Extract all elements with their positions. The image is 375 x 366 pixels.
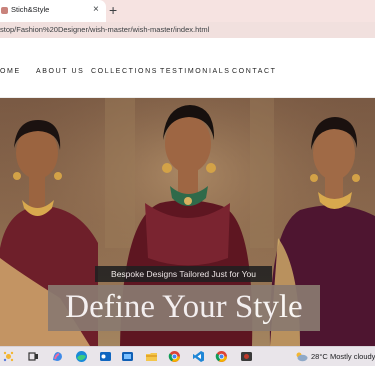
- address-bar[interactable]: stop/Fashion%20Designer/wish-master/wish…: [0, 22, 375, 38]
- tagline-banner: Bespoke Designs Tailored Just for You: [95, 266, 272, 282]
- hero-tagline: Bespoke Designs Tailored Just for You: [111, 269, 256, 279]
- weather-temperature[interactable]: 28°C: [311, 352, 328, 361]
- browser-tabstrip: Stich&Style × +: [0, 0, 375, 22]
- widgets-icon[interactable]: [2, 350, 15, 363]
- close-tab-icon[interactable]: ×: [93, 3, 99, 17]
- site-navigation: OME ABOUT US COLLECTIONS TESTIMONIALS CO…: [0, 38, 375, 98]
- copilot-icon[interactable]: [51, 350, 64, 363]
- site-favicon-icon: [1, 7, 8, 14]
- hero-section: Bespoke Designs Tailored Just for You De…: [0, 98, 375, 346]
- nav-link-home[interactable]: OME: [0, 68, 21, 75]
- task-view-icon[interactable]: [27, 350, 40, 363]
- nav-link-collections[interactable]: COLLECTIONS: [91, 68, 158, 75]
- file-explorer-icon[interactable]: [145, 350, 158, 363]
- headline-banner: Define Your Style: [48, 285, 320, 331]
- weather-condition[interactable]: Mostly cloudy: [330, 352, 375, 361]
- media-app-icon[interactable]: [240, 350, 253, 363]
- url-text[interactable]: stop/Fashion%20Designer/wish-master/wish…: [0, 25, 209, 34]
- vscode-icon[interactable]: [192, 350, 205, 363]
- edge-icon[interactable]: [75, 350, 88, 363]
- tab-title: Stich&Style: [11, 5, 50, 14]
- hero-headline: Define Your Style: [65, 289, 303, 325]
- nav-link-testimonials[interactable]: TESTIMONIALS: [160, 68, 231, 75]
- cloudy-weather-icon[interactable]: [295, 351, 308, 362]
- chrome-icon[interactable]: [168, 350, 181, 363]
- browser-tab[interactable]: Stich&Style ×: [0, 0, 106, 22]
- taskbar: 28°C Mostly cloudy: [0, 346, 375, 366]
- nav-link-about-us[interactable]: ABOUT US: [36, 68, 84, 75]
- chrome-profile-icon[interactable]: [215, 350, 228, 363]
- new-tab-button[interactable]: +: [109, 1, 117, 19]
- outlook-new-icon[interactable]: [121, 350, 134, 363]
- nav-link-contact[interactable]: CONTACT: [232, 68, 277, 75]
- outlook-icon[interactable]: [99, 350, 112, 363]
